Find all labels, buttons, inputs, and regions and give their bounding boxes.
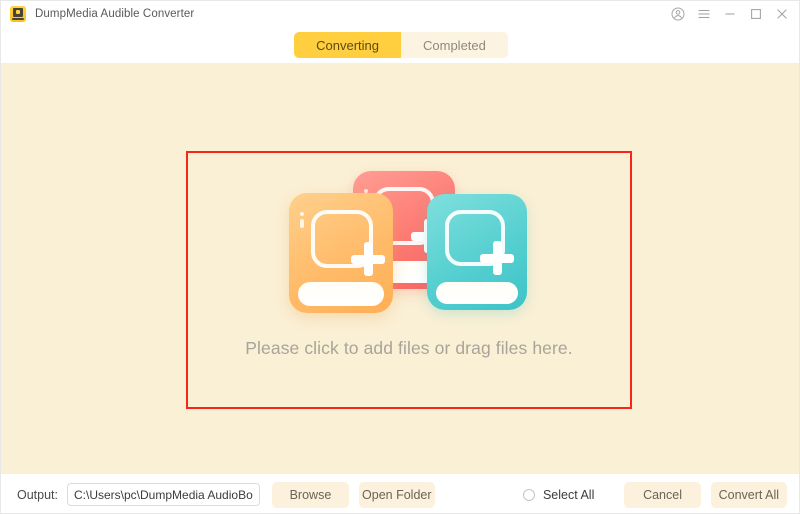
tab-converting[interactable]: Converting	[294, 32, 401, 58]
menu-icon[interactable]	[691, 1, 717, 27]
account-icon[interactable]	[665, 1, 691, 27]
footer-bar: Output: Browse Open Folder Select All Ca…	[1, 474, 799, 513]
title-bar: DumpMedia Audible Converter	[1, 1, 799, 27]
add-file-card-orange	[289, 193, 393, 313]
select-all-control[interactable]: Select All	[522, 487, 595, 502]
plus-icon	[445, 210, 514, 275]
cancel-button[interactable]: Cancel	[624, 481, 701, 508]
open-folder-button[interactable]: Open Folder	[358, 481, 435, 508]
drop-zone-message: Please click to add files or drag files …	[245, 338, 573, 358]
tab-group: Converting Completed	[294, 32, 508, 58]
select-all-label: Select All	[542, 487, 595, 502]
window-controls	[665, 1, 799, 27]
convert-all-button[interactable]: Convert All	[710, 481, 788, 508]
close-icon[interactable]	[769, 1, 795, 27]
output-path-input[interactable]	[67, 483, 261, 506]
maximize-icon[interactable]	[743, 1, 769, 27]
tab-bar: Converting Completed	[1, 27, 799, 63]
window-title: DumpMedia Audible Converter	[35, 8, 195, 20]
minimize-icon[interactable]	[717, 1, 743, 27]
app-logo-icon	[10, 6, 26, 22]
tab-completed[interactable]: Completed	[401, 32, 508, 58]
add-files-illustration	[188, 171, 630, 316]
add-file-card-teal	[427, 194, 527, 310]
plus-icon	[311, 210, 385, 276]
select-all-radio[interactable]	[522, 488, 535, 501]
browse-button[interactable]: Browse	[272, 481, 349, 508]
application-window: DumpMedia Audible Converter Converting C…	[0, 0, 800, 514]
output-label: Output:	[17, 487, 58, 502]
file-drop-zone[interactable]: Please click to add files or drag files …	[186, 151, 632, 409]
content-area: Please click to add files or drag files …	[1, 63, 799, 474]
